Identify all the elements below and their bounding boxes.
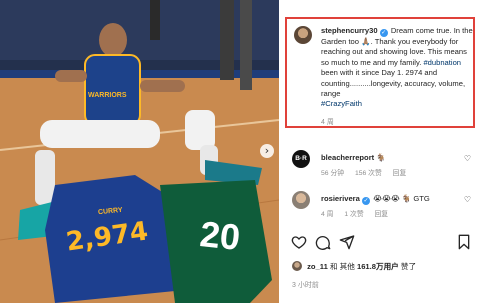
liker-username[interactable]: zo_11 <box>307 262 328 271</box>
caption-text: stephencurry30 ✓ Dream come true. In the… <box>321 26 473 110</box>
author-username[interactable]: stephencurry30 <box>321 26 378 35</box>
commenter-username[interactable]: rosierivera <box>321 194 360 203</box>
comment-like-count[interactable]: 1 次赞 <box>344 211 363 218</box>
likes-suffix: 赞了 <box>400 262 417 271</box>
commenter-avatar[interactable]: B·R <box>292 150 310 168</box>
post-photo[interactable]: CURRY 2,974 20 WARRIORS › <box>0 0 279 303</box>
comment-like-count[interactable]: 156 次赞 <box>355 170 382 177</box>
bookmark-icon[interactable] <box>456 234 472 250</box>
hashtag-crazyfaith[interactable]: #CrazyFaith <box>321 99 362 108</box>
comment-time: 4 周 <box>321 211 334 218</box>
jersey-right-number: 20 <box>198 213 243 258</box>
likes-summary[interactable]: zo_11 和 其他 161.8万用户 赞了 <box>292 261 416 273</box>
jersey-brand: WARRIORS <box>88 92 127 99</box>
comment-time: 56 分钟 <box>321 170 345 177</box>
comment-line: bleacherreport 🐐 <box>321 153 386 162</box>
comment-text: 🐐 <box>376 153 386 162</box>
comment-icon[interactable] <box>315 234 331 250</box>
comment-item: rosierivera ✓ 😭😭😭 🐐 GTG 4 周 1 次赞 回复 ♡ <box>279 191 479 231</box>
comment-line: rosierivera ✓ 😭😭😭 🐐 GTG <box>321 194 430 205</box>
likes-connector: 和 其他 <box>329 262 355 271</box>
comment-reply-button[interactable]: 回复 <box>393 170 407 177</box>
comment-meta: 4 周 1 次赞 回复 <box>321 208 397 218</box>
author-avatar[interactable] <box>294 26 312 44</box>
hashtag-dubnation[interactable]: #dubnation <box>423 58 461 67</box>
comment-heart-icon[interactable]: ♡ <box>464 154 471 163</box>
caption-emoji: 🙏🏽. <box>361 37 373 46</box>
commenter-avatar[interactable] <box>292 191 310 209</box>
next-photo-arrow-icon[interactable]: › <box>260 144 274 158</box>
share-icon[interactable] <box>339 234 355 250</box>
comment-meta: 56 分钟 156 次赞 回复 <box>321 167 415 177</box>
comment-reply-button[interactable]: 回复 <box>375 211 389 218</box>
comment-heart-icon[interactable]: ♡ <box>464 195 471 204</box>
post-sidebar: stephencurry30 ✓ Dream come true. In the… <box>279 0 479 303</box>
comment-text: 😭😭😭 🐐 GTG <box>373 194 430 203</box>
post-timestamp: 3 小时前 <box>292 282 319 289</box>
caption-time: 4 周 <box>321 119 334 126</box>
caption-highlight: stephencurry30 ✓ Dream come true. In the… <box>285 17 475 128</box>
heart-icon[interactable] <box>291 234 307 250</box>
liker-avatar <box>292 261 302 271</box>
action-bar <box>279 234 479 252</box>
verified-badge-icon: ✓ <box>361 197 370 205</box>
caption-part3: been with it since Day 1. 2974 and count… <box>321 68 466 99</box>
likes-count[interactable]: 161.8万用户 <box>357 262 399 271</box>
verified-badge-icon: ✓ <box>379 29 388 37</box>
comment-item: B·R bleacherreport 🐐 56 分钟 156 次赞 回复 ♡ <box>279 150 479 190</box>
commenter-username[interactable]: bleacherreport <box>321 153 374 162</box>
